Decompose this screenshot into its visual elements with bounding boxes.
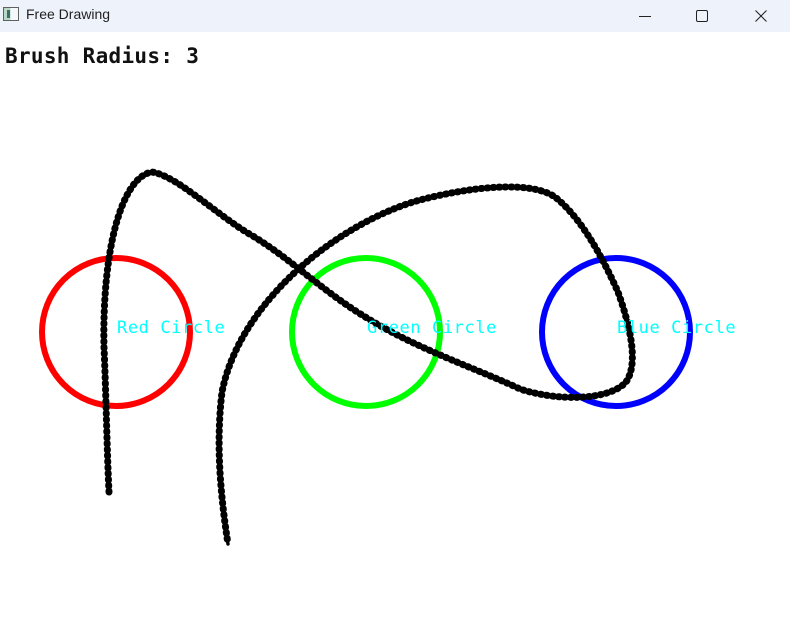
maximize-button[interactable] xyxy=(673,0,731,32)
app-icon xyxy=(3,7,19,21)
maximize-icon xyxy=(696,10,708,22)
green-circle-label: Green Circle xyxy=(367,318,498,338)
close-button[interactable] xyxy=(732,0,790,32)
red-circle-label: Red Circle xyxy=(117,318,226,338)
minimize-icon xyxy=(639,16,651,17)
brush-radius-label: Brush Radius: 3 xyxy=(5,44,200,68)
title-bar[interactable]: Free Drawing xyxy=(0,0,790,32)
minimize-button[interactable] xyxy=(616,0,674,32)
blue-circle-label: Blue Circle xyxy=(617,318,737,338)
app-window: Free Drawing Brush Radius: 3 Red Circle … xyxy=(0,0,790,618)
drawing-canvas[interactable]: Brush Radius: 3 Red Circle Green Circle … xyxy=(0,32,790,618)
close-icon xyxy=(755,10,767,22)
window-title: Free Drawing xyxy=(26,6,111,22)
